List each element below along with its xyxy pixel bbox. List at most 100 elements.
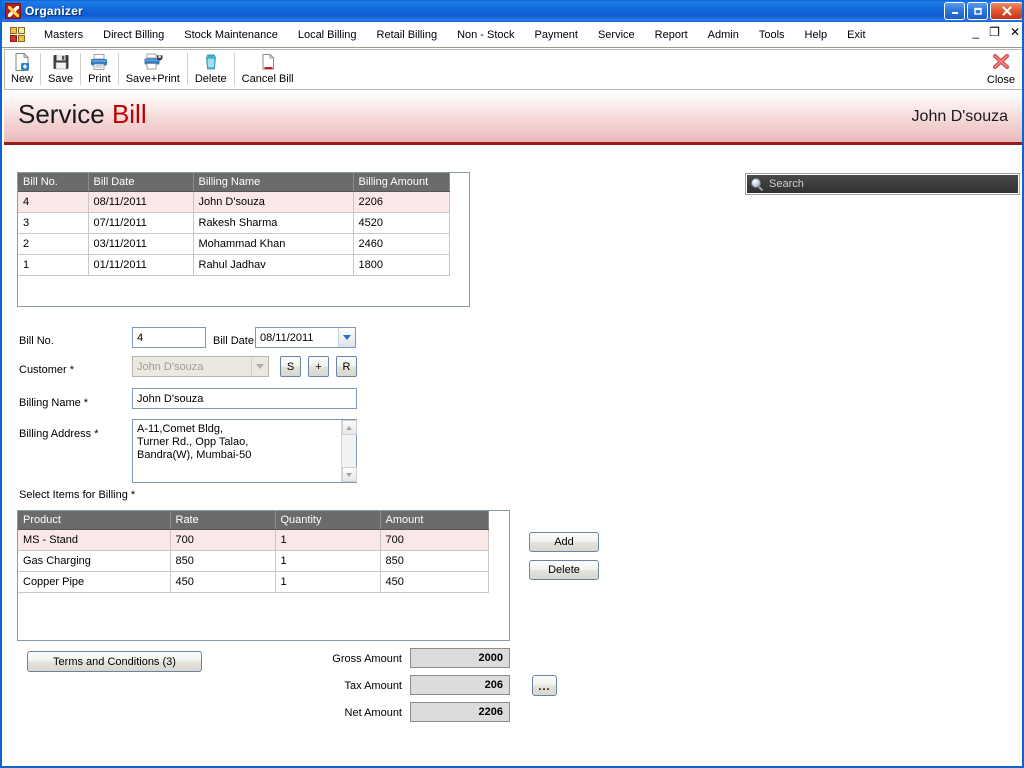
cell-bill-no: 3 [18, 212, 89, 234]
billing-address-label: Billing Address * [19, 428, 99, 440]
toolbar-delete-button[interactable]: Delete [189, 50, 233, 89]
toolbar-new-button[interactable]: New [5, 50, 39, 89]
mdi-app-icon [10, 26, 26, 43]
toolbar-separator [186, 53, 188, 85]
menu-item-direct-billing[interactable]: Direct Billing [93, 25, 174, 45]
customer-refresh-button[interactable]: R [336, 356, 357, 377]
toolbar-close-button[interactable]: Close [981, 51, 1021, 86]
maximize-button[interactable] [967, 2, 988, 20]
billing-name-input[interactable] [132, 388, 357, 409]
chevron-down-icon[interactable] [338, 328, 355, 347]
terms-and-conditions-button[interactable]: Terms and Conditions (3) [27, 651, 202, 672]
cell-amount: 850 [380, 550, 489, 572]
cell-product: Copper Pipe [18, 571, 171, 593]
bills-col-billing-name[interactable]: Billing Name [193, 173, 354, 192]
table-row[interactable]: MS - Stand 700 1 700 [18, 529, 489, 551]
menu-item-non-stock[interactable]: Non - Stock [447, 25, 524, 45]
toolbar-print-button[interactable]: Print [82, 50, 117, 89]
search-input[interactable]: Search [769, 178, 804, 190]
chevron-down-icon[interactable] [251, 357, 268, 376]
application-window: Organizer Masters Direct Billing Stock M… [0, 0, 1024, 768]
bills-col-bill-date[interactable]: Bill Date [88, 173, 194, 192]
menu-item-service[interactable]: Service [588, 25, 645, 45]
menu-item-report[interactable]: Report [645, 25, 698, 45]
net-amount-value: 2206 [410, 702, 510, 722]
bills-col-billing-amount[interactable]: Billing Amount [353, 173, 450, 192]
scroll-down-icon[interactable] [341, 467, 357, 482]
table-row[interactable]: Gas Charging 850 1 850 [18, 550, 489, 572]
menu-item-retail-billing[interactable]: Retail Billing [367, 25, 448, 45]
customer-search-button[interactable]: S [280, 356, 301, 377]
toolbar-save-print-button[interactable]: Save+Print [120, 50, 186, 89]
toolbar: New Save Print Save+Print Delete Cancel … [4, 49, 1022, 90]
table-row[interactable]: Copper Pipe 450 1 450 [18, 571, 489, 593]
bills-col-bill-no[interactable]: Bill No. [18, 173, 89, 192]
items-col-product[interactable]: Product [18, 511, 171, 530]
menu-item-masters[interactable]: Masters [34, 25, 93, 45]
tax-details-button[interactable]: ... [532, 675, 557, 696]
minimize-button[interactable] [944, 2, 965, 20]
mdi-window-controls: _ ❐ ✕ [972, 25, 1020, 39]
gross-amount-label: Gross Amount [332, 653, 402, 665]
cell-billing-name: Mohammad Khan [193, 233, 354, 255]
billing-address-textarea[interactable] [132, 419, 357, 483]
close-button[interactable] [990, 2, 1022, 20]
items-col-amount[interactable]: Amount [380, 511, 489, 530]
bill-date-combobox[interactable]: 08/11/2011 [255, 327, 356, 348]
table-row[interactable]: 2 03/11/2011 Mohammad Khan 2460 [18, 233, 450, 255]
menu-item-local-billing[interactable]: Local Billing [288, 25, 367, 45]
scroll-up-icon[interactable] [341, 420, 357, 435]
cell-rate: 700 [170, 529, 276, 551]
customer-add-button[interactable]: + [308, 356, 329, 377]
table-row[interactable]: 1 01/11/2011 Rahul Jadhav 1800 [18, 254, 450, 276]
bill-no-input[interactable] [132, 327, 206, 348]
search-box[interactable]: Search [745, 173, 1020, 195]
items-col-quantity[interactable]: Quantity [275, 511, 381, 530]
delete-item-button[interactable]: Delete [529, 560, 599, 580]
floppy-disk-icon [51, 52, 71, 72]
cell-bill-date: 07/11/2011 [88, 212, 194, 234]
toolbar-delete-label: Delete [194, 73, 227, 85]
window-title: Organizer [25, 4, 83, 18]
cancel-document-icon [258, 52, 278, 72]
billing-name-label: Billing Name * [19, 397, 89, 409]
page-title-secondary: Bill [111, 99, 147, 129]
table-row[interactable]: 4 08/11/2011 John D'souza 2206 [18, 191, 450, 213]
cell-billing-amount: 1800 [353, 254, 450, 276]
menu-item-tools[interactable]: Tools [749, 25, 795, 45]
form-body: Bill No. Bill Date Billing Name Billing … [4, 148, 1022, 764]
items-section-heading: Select Items for Billing * [19, 489, 136, 501]
trash-can-icon [201, 52, 221, 72]
cell-billing-name: John D'souza [193, 191, 354, 213]
cell-billing-amount: 4520 [353, 212, 450, 234]
toolbar-new-label: New [11, 73, 34, 85]
customer-combobox[interactable]: John D'souza [132, 356, 269, 377]
items-col-rate[interactable]: Rate [170, 511, 276, 530]
add-item-button[interactable]: Add [529, 532, 599, 552]
billing-address-scrollbar[interactable] [341, 420, 357, 482]
bills-grid[interactable]: Bill No. Bill Date Billing Name Billing … [18, 173, 450, 276]
cell-quantity: 1 [275, 571, 381, 593]
toolbar-save-button[interactable]: Save [42, 50, 79, 89]
toolbar-cancel-bill-button[interactable]: Cancel Bill [236, 50, 300, 89]
save-and-print-icon [143, 52, 163, 72]
cell-bill-no: 2 [18, 233, 89, 255]
mdi-close-button[interactable]: ✕ [1010, 25, 1020, 39]
bill-date-label: Bill Date [213, 335, 254, 347]
toolbar-print-label: Print [88, 73, 111, 85]
items-grid-container: Product Rate Quantity Amount MS - Stand … [17, 510, 510, 641]
menu-item-admin[interactable]: Admin [698, 25, 749, 45]
items-grid[interactable]: Product Rate Quantity Amount MS - Stand … [18, 511, 489, 593]
table-row[interactable]: 3 07/11/2011 Rakesh Sharma 4520 [18, 212, 450, 234]
menu-item-exit[interactable]: Exit [837, 25, 875, 45]
customer-value: John D'souza [137, 360, 204, 373]
bill-date-value: 08/11/2011 [260, 331, 314, 344]
menu-bar: Masters Direct Billing Stock Maintenance… [2, 22, 1022, 48]
current-user-label: John D'souza [911, 108, 1008, 125]
mdi-restore-button[interactable]: ❐ [989, 25, 1000, 39]
menu-item-help[interactable]: Help [795, 25, 838, 45]
toolbar-separator [40, 53, 42, 85]
menu-item-stock-maintenance[interactable]: Stock Maintenance [174, 25, 288, 45]
mdi-minimize-button[interactable]: _ [972, 25, 979, 39]
menu-item-payment[interactable]: Payment [525, 25, 588, 45]
